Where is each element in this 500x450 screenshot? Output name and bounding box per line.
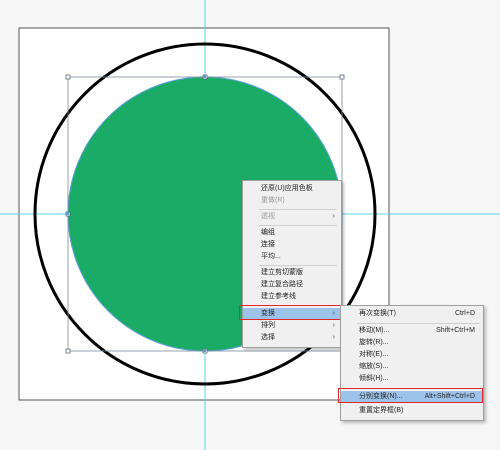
submenu-arrow-icon: › (332, 213, 335, 220)
submenu-item-label: 重置定界框(B) (359, 407, 404, 414)
menu-item-label: 选择 (261, 334, 275, 341)
menu-item-label: 建立参考线 (261, 293, 296, 300)
menu-item-select[interactable]: 选择 › (243, 332, 341, 344)
annotation-highlight-transform-each (338, 388, 483, 403)
submenu-item-reflect[interactable]: 对称(E)... (341, 349, 483, 361)
submenu-arrow-icon: › (332, 322, 335, 329)
menu-item-group[interactable]: 编组 (243, 227, 341, 239)
menu-item-arrange[interactable]: 排列 › (243, 320, 341, 332)
anchor-point-top (203, 75, 206, 78)
submenu-item-scale[interactable]: 缩放(S)... (341, 361, 483, 373)
menu-item-redo[interactable]: 重做(R) (243, 195, 341, 207)
submenu-item-transform-again[interactable]: 再次变换(T) Ctrl+D (341, 308, 483, 320)
submenu-item-label: 对称(E)... (359, 351, 389, 358)
menu-separator (259, 209, 337, 210)
menu-item-label: 排列 (261, 322, 275, 329)
menu-item-average[interactable]: 平均... (243, 251, 341, 263)
anchor-point-left (66, 212, 69, 215)
submenu-item-shear[interactable]: 倾斜(H)... (341, 373, 483, 385)
context-menu: 还原(U)应用色板 重做(R) 透视 › 编组 连接 平均... 建立剪切蒙版 … (242, 180, 342, 348)
submenu-item-label: 旋转(R)... (359, 339, 389, 346)
menu-item-label: 连接 (261, 241, 275, 248)
menu-item-join[interactable]: 连接 (243, 239, 341, 251)
submenu-item-shortcut: Shift+Ctrl+M (436, 327, 475, 334)
menu-separator (259, 265, 337, 266)
menu-item-label: 建立剪切蒙版 (261, 269, 303, 276)
submenu-item-label: 移动(M)... (359, 327, 390, 334)
menu-item-label: 透视 (261, 213, 275, 220)
submenu-item-label: 缩放(S)... (359, 363, 389, 370)
menu-item-label: 还原(U)应用色板 (261, 185, 313, 192)
transform-submenu: 再次变换(T) Ctrl+D 移动(M)... Shift+Ctrl+M 旋转(… (340, 305, 484, 421)
menu-item-label: 建立复合路径 (261, 281, 303, 288)
menu-separator (357, 323, 479, 324)
annotation-highlight-transform (239, 305, 343, 320)
submenu-item-move[interactable]: 移动(M)... Shift+Ctrl+M (341, 325, 483, 337)
handle-top-left[interactable] (65, 74, 71, 80)
submenu-item-reset-bounding-box[interactable]: 重置定界框(B) (341, 405, 483, 417)
menu-item-label: 平均... (261, 253, 281, 260)
menu-item-label: 编组 (261, 229, 275, 236)
handle-bottom-left[interactable] (65, 348, 71, 354)
submenu-item-label: 倾斜(H)... (359, 375, 389, 382)
menu-item-perspective[interactable]: 透视 › (243, 211, 341, 223)
menu-separator (259, 225, 337, 226)
anchor-point-bottom (203, 349, 206, 352)
submenu-item-label: 再次变换(T) (359, 310, 396, 317)
menu-item-make-clipping-mask[interactable]: 建立剪切蒙版 (243, 267, 341, 279)
menu-item-make-compound-path[interactable]: 建立复合路径 (243, 279, 341, 291)
menu-item-make-guides[interactable]: 建立参考线 (243, 291, 341, 303)
submenu-arrow-icon: › (332, 334, 335, 341)
menu-item-undo[interactable]: 还原(U)应用色板 (243, 183, 341, 195)
handle-top-right[interactable] (339, 74, 345, 80)
submenu-item-rotate[interactable]: 旋转(R)... (341, 337, 483, 349)
menu-item-label: 重做(R) (261, 197, 285, 204)
submenu-item-shortcut: Ctrl+D (454, 310, 475, 317)
